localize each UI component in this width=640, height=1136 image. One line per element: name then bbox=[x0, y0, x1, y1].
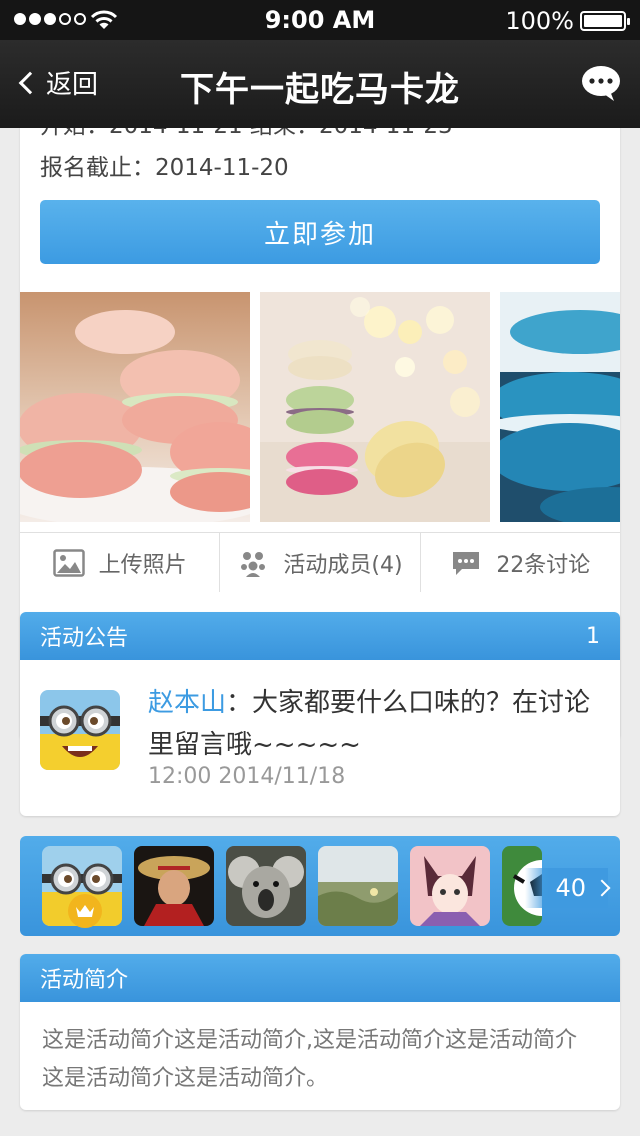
notice-item[interactable]: 赵本山：大家都要什么口味的？在讨论里留言哦~~~~~ 12:00 2014/11… bbox=[20, 660, 620, 816]
join-button[interactable]: 立即参加 bbox=[40, 200, 600, 264]
status-bar: 9:00 AM 100% bbox=[0, 0, 640, 40]
upload-photo-button[interactable]: 上传照片 bbox=[20, 533, 221, 592]
notice-timestamp: 12:00 2014/11/18 bbox=[148, 764, 346, 789]
gallery-photo[interactable] bbox=[20, 292, 250, 522]
intro-card: 活动简介 这是活动简介这是活动简介,这是活动简介这是活动简介这是活动简介这是活动… bbox=[20, 954, 620, 1110]
notice-author[interactable]: 赵本山 bbox=[148, 688, 226, 718]
notice-colon: ： bbox=[226, 688, 253, 718]
notice-count: 1 bbox=[586, 623, 600, 649]
chat-bubble-icon[interactable] bbox=[580, 64, 622, 102]
battery-percent: 100% bbox=[505, 7, 574, 35]
intro-title: 活动简介 bbox=[40, 968, 129, 993]
notice-message: 赵本山：大家都要什么口味的？在讨论里留言哦~~~~~ bbox=[148, 682, 604, 766]
member-avatar[interactable] bbox=[318, 846, 398, 926]
signup-deadline: 报名截止：2014-11-20 bbox=[40, 155, 289, 181]
image-icon bbox=[52, 548, 85, 577]
action-bar: 上传照片 活动成员(4) 22条讨论 bbox=[20, 532, 620, 592]
scroll-content[interactable]: 开始：2014-11-21 结束：2014-11-23 报名截止：2014-11… bbox=[0, 128, 640, 1136]
comment-icon bbox=[453, 551, 480, 575]
intro-text: 这是活动简介这是活动简介,这是活动简介这是活动简介这是活动简介这是活动简介。 bbox=[42, 1028, 577, 1091]
notice-title: 活动公告 bbox=[40, 626, 129, 651]
member-avatar[interactable] bbox=[134, 846, 214, 926]
gallery-photo[interactable] bbox=[260, 292, 490, 522]
member-count: 40 bbox=[555, 874, 586, 902]
notice-header[interactable]: 活动公告 1 bbox=[20, 612, 620, 660]
members-button[interactable]: 活动成员(4) bbox=[220, 533, 421, 592]
member-avatar[interactable] bbox=[226, 846, 306, 926]
photo-gallery[interactable] bbox=[20, 292, 620, 522]
chevron-right-icon bbox=[593, 879, 611, 897]
discussions-label: 22条讨论 bbox=[496, 552, 591, 578]
member-count-button[interactable]: 40 bbox=[525, 868, 611, 908]
navigation-bar: 返回 下午一起吃马卡龙 bbox=[0, 40, 640, 128]
member-avatar[interactable] bbox=[410, 846, 490, 926]
page-title: 下午一起吃马卡龙 bbox=[180, 70, 460, 110]
discussions-button[interactable]: 22条讨论 bbox=[421, 533, 620, 592]
crown-icon bbox=[68, 894, 102, 928]
people-icon bbox=[241, 551, 266, 577]
intro-header: 活动简介 bbox=[20, 954, 620, 1002]
members-strip[interactable]: 40 bbox=[20, 836, 620, 936]
battery-icon bbox=[580, 11, 630, 31]
avatar[interactable] bbox=[40, 690, 120, 770]
gallery-photo[interactable] bbox=[500, 292, 620, 522]
upload-photo-label: 上传照片 bbox=[98, 552, 187, 578]
members-label: 活动成员(4) bbox=[283, 552, 403, 578]
notice-card: 活动公告 1 赵本山：大家都要什么口味的？在讨论里留言哦~~~~~ 12:00 … bbox=[20, 612, 620, 816]
event-time-range: 开始：2014-11-21 结束：2014-11-23 bbox=[40, 128, 453, 140]
